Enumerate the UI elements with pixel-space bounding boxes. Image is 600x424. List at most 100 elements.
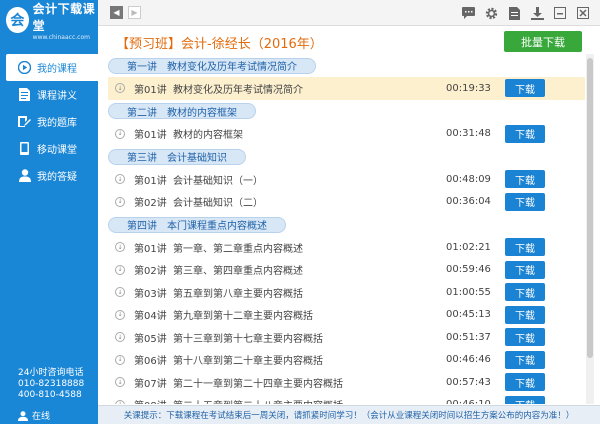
lecture-number: 第01讲: [134, 130, 167, 142]
download-button[interactable]: 下载: [505, 170, 545, 189]
lecture-name: 教材的内容框架: [173, 130, 243, 142]
section-header: 第三讲 会计基础知识: [108, 148, 585, 165]
download-arrow-icon: ↓: [115, 174, 125, 185]
download-button[interactable]: 下载: [505, 283, 545, 302]
download-button[interactable]: 下载: [505, 238, 545, 257]
sidebar-item-question-bank[interactable]: 我的题库: [0, 108, 98, 135]
close-icon[interactable]: [576, 6, 590, 20]
sidebar-item-my-courses[interactable]: 我的课程: [6, 54, 98, 81]
lecture-row[interactable]: ↓ 第07讲 第二十一章到第二十四章主要内容概括 00:57:43 下载: [108, 371, 585, 394]
scrollbar-thumb[interactable]: [587, 58, 593, 358]
lecture-name: 第二十一章到第二十四章主要内容概括: [173, 378, 343, 390]
lecture-duration: 01:02:21: [446, 241, 491, 253]
lecture-name: 第九章到第十二章主要内容概括: [173, 311, 313, 323]
lecture-row[interactable]: ↓ 第01讲 教材变化及历年考试情况简介 00:19:33 下载: [108, 77, 585, 100]
download-button[interactable]: 下载: [505, 373, 545, 392]
lecture-duration: 00:36:04: [446, 196, 491, 208]
mobile-icon: [18, 142, 31, 155]
lecture-row[interactable]: ↓ 第08讲第二十五章到第二十八章主要内容概括 00:46:10 下载: [108, 394, 585, 404]
download-button[interactable]: 下载: [505, 79, 545, 98]
download-button[interactable]: 下载: [505, 192, 545, 211]
lecture-row[interactable]: ↓ 第01讲 教材的内容框架 00:31:48 下载: [108, 123, 585, 146]
download-button[interactable]: 下载: [505, 260, 545, 279]
lecture-number: 第02讲: [134, 266, 167, 278]
section-header: 第二讲 教材的内容框架: [108, 103, 585, 120]
section-header: 第一讲 教材变化及历年考试情况简介: [108, 57, 585, 74]
lecture-name: 会计基础知识（二）: [173, 198, 263, 210]
online-support[interactable]: 在线: [18, 409, 50, 422]
sidebar-item-my-qa[interactable]: 我的答疑: [0, 162, 98, 189]
sidebar-nav: 我的课程 课程讲义 我的题库 移动课堂 我的答疑: [0, 54, 98, 189]
lecture-duration: 00:45:13: [446, 309, 491, 321]
download-arrow-icon: ↓: [115, 83, 125, 94]
contact-label: 24小时咨询电话: [18, 368, 84, 378]
user-icon: [18, 169, 31, 182]
forward-button[interactable]: ▶: [128, 6, 141, 19]
lecture-duration: 00:57:43: [446, 376, 491, 388]
download-button[interactable]: 下载: [505, 124, 545, 143]
download-arrow-icon: ↓: [115, 399, 125, 404]
lecture-name: 第三章、第四章重点内容概述: [173, 266, 303, 278]
lecture-name: 第十八章到第二十章主要内容概括: [173, 356, 323, 368]
lecture-row[interactable]: ↓ 第04讲 第九章到第十二章主要内容概括 00:45:13 下载: [108, 304, 585, 327]
section-header: 第四讲 本门课程重点内容概述: [108, 216, 585, 233]
toolbar: ◀ ▶: [98, 0, 600, 26]
message-icon[interactable]: [461, 6, 475, 20]
sidebar-item-handouts[interactable]: 课程讲义: [0, 81, 98, 108]
download-arrow-icon: ↓: [115, 287, 125, 298]
lecture-number: 第01讲: [134, 175, 167, 187]
back-button[interactable]: ◀: [110, 6, 123, 19]
minimize-icon[interactable]: [553, 6, 567, 20]
lecture-duration: 00:46:46: [446, 354, 491, 366]
batch-download-button[interactable]: 批量下载: [504, 31, 582, 52]
section-title: 第三讲 会计基础知识: [108, 148, 246, 165]
lecture-row[interactable]: ↓ 第01讲 第一章、第二章重点内容概述 01:02:21 下载: [108, 236, 585, 259]
contact-info: 24小时咨询电话 010-82318888 400-810-4588: [18, 368, 84, 401]
lecture-duration: 00:59:46: [446, 264, 491, 276]
person-icon: [18, 410, 28, 421]
logo-icon: 会: [6, 7, 29, 33]
lecture-number: 第03讲: [134, 288, 167, 300]
section-title: 第四讲 本门课程重点内容概述: [108, 216, 286, 233]
app-logo: 会 会计下载课堂 www.chinaacc.com: [0, 0, 98, 41]
lecture-row[interactable]: ↓ 第05讲 第十三章到第十七章主要内容概括 00:51:37 下载: [108, 326, 585, 349]
chevron-right-icon: ▶: [131, 8, 138, 17]
lecture-name: 第二十五章到第二十八章主要内容概括: [173, 397, 343, 404]
download-button[interactable]: 下载: [505, 328, 545, 347]
lecture-row[interactable]: ↓ 第01讲 会计基础知识（一） 00:48:09 下载: [108, 168, 585, 191]
download-icon[interactable]: [530, 6, 544, 20]
download-button[interactable]: 下载: [505, 305, 545, 324]
lecture-duration: 00:51:37: [446, 331, 491, 343]
sidebar-item-mobile-class[interactable]: 移动课堂: [0, 135, 98, 162]
lecture-name: 第一章、第二章重点内容概述: [173, 243, 303, 255]
download-button[interactable]: 下载: [505, 350, 545, 369]
lecture-name: 教材变化及历年考试情况简介: [173, 84, 303, 96]
contact-phone-2: 400-810-4588: [18, 390, 82, 400]
lecture-row[interactable]: ↓ 第02讲 第三章、第四章重点内容概述 00:59:46 下载: [108, 259, 585, 282]
notice-bar: 关课提示：下载课程在考试结束后一周关闭，请抓紧时间学习！（会计从业课程关闭时间以…: [98, 405, 600, 424]
lecture-number: 第04讲: [134, 311, 167, 323]
lecture-row[interactable]: ↓ 第02讲 会计基础知识（二） 00:36:04 下载: [108, 191, 585, 214]
lecture-row[interactable]: ↓ 第03讲 第五章到第八章主要内容概括 01:00:55 下载: [108, 281, 585, 304]
lecture-number: 第01讲: [134, 84, 167, 96]
lecture-duration: 01:00:55: [446, 286, 491, 298]
lecture-duration: 00:48:09: [446, 173, 491, 185]
download-arrow-icon: ↓: [115, 128, 125, 139]
lecture-name: 第十三章到第十七章主要内容概括: [173, 333, 323, 345]
scrollbar[interactable]: [586, 54, 594, 404]
sidebar-item-label: 课程讲义: [37, 91, 77, 102]
document-icon: [18, 88, 31, 101]
notice-text: 关课提示：下载课程在考试结束后一周关闭，请抓紧时间学习！（会计从业课程关闭时间以…: [123, 411, 575, 421]
lecture-row[interactable]: ↓ 第06讲 第十八章到第二十章主要内容概括 00:46:46 下载: [108, 349, 585, 372]
document-icon[interactable]: [507, 6, 521, 20]
download-button[interactable]: 下载: [505, 395, 545, 404]
sidebar-item-label: 我的题库: [37, 118, 77, 129]
gear-icon[interactable]: [484, 6, 498, 20]
edit-book-icon: [18, 115, 31, 128]
lecture-number: 第02讲: [134, 198, 167, 210]
section-title: 第一讲 教材变化及历年考试情况简介: [108, 57, 316, 74]
download-arrow-icon: ↓: [115, 332, 125, 343]
sidebar-item-label: 我的答疑: [37, 172, 77, 183]
online-label: 在线: [32, 412, 51, 422]
lecture-list: 第一讲 教材变化及历年考试情况简介 ↓ 第01讲 教材变化及历年考试情况简介 00:19…: [108, 54, 585, 404]
